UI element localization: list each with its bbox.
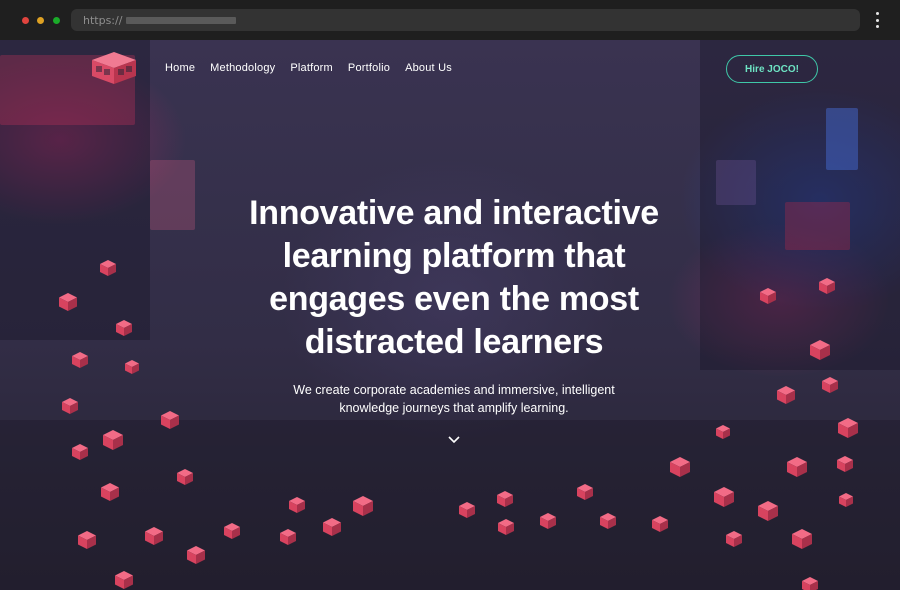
url-redacted <box>126 16 237 24</box>
nav-about-us[interactable]: About Us <box>405 62 452 74</box>
nav-home[interactable]: Home <box>165 62 195 74</box>
subheading-line: We create corporate academies and immers… <box>293 383 615 397</box>
subheading-line: knowledge journeys that amplify learning… <box>339 401 569 415</box>
chevron-down-icon[interactable] <box>448 436 460 444</box>
close-window-icon[interactable] <box>22 17 29 24</box>
joco-cube-logo[interactable] <box>88 50 140 86</box>
hire-joco-button[interactable]: Hire JOCO! <box>726 55 818 83</box>
kebab-menu-icon[interactable] <box>874 12 880 28</box>
address-bar[interactable]: https:// <box>71 9 860 31</box>
headline-line: distracted learners <box>304 323 604 361</box>
neon-sign-bg <box>785 202 850 250</box>
minimize-window-icon[interactable] <box>37 17 44 24</box>
nav-portfolio[interactable]: Portfolio <box>348 62 390 74</box>
cube-icon <box>72 352 88 368</box>
cube-icon <box>777 386 795 404</box>
browser-chrome: https:// <box>0 0 900 40</box>
cube-icon <box>822 377 838 393</box>
headline-line: learning platform that <box>282 237 626 275</box>
nav-methodology[interactable]: Methodology <box>210 62 275 74</box>
main-nav: Home Methodology Platform Portfolio Abou… <box>165 62 452 74</box>
headline-line: Innovative and interactive <box>249 194 659 232</box>
headline-line: engages even the most <box>269 280 639 318</box>
url-text: https:// <box>83 13 123 27</box>
cube-icon <box>62 398 78 414</box>
maximize-window-icon[interactable] <box>53 17 60 24</box>
hero-subheading: We create corporate academies and immers… <box>240 381 668 417</box>
hero-headline: Innovative and interactive learning plat… <box>150 192 758 364</box>
cube-icon <box>125 360 139 374</box>
hero-section: Home Methodology Platform Portfolio Abou… <box>0 40 900 590</box>
nav-platform[interactable]: Platform <box>290 62 333 74</box>
neon-sign-bg <box>826 108 858 170</box>
